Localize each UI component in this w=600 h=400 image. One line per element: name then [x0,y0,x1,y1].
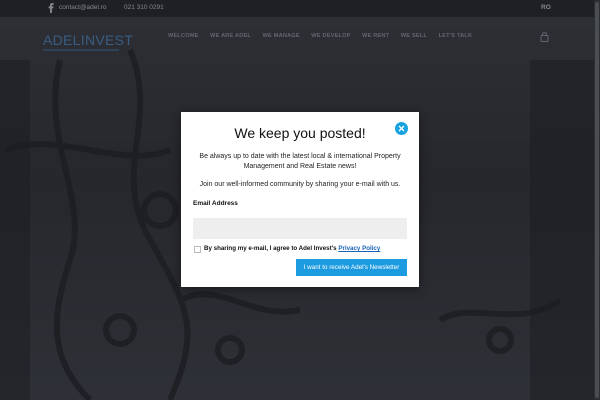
email-label: Email Address [193,200,238,207]
close-icon [398,125,405,132]
page-scrollbar[interactable] [594,0,600,400]
privacy-policy-link[interactable]: Privacy Policy [338,245,380,252]
modal-title: We keep you posted! [234,125,366,141]
scrollbar-thumb[interactable] [595,2,599,398]
consent-label: By sharing my e-mail, I agree to Adel In… [204,245,337,252]
modal-invite: Join our well-informed community by shar… [199,181,401,188]
modal-description: Be always up to date with the latest loc… [199,153,401,170]
close-button[interactable] [395,122,408,135]
newsletter-modal: We keep you posted! Be always up to date… [181,112,419,287]
subscribe-button[interactable]: I want to receive Adel's Newsletter [296,259,407,276]
consent-text: By sharing my e-mail, I agree to Adel In… [204,245,380,252]
consent-checkbox[interactable] [194,246,201,253]
email-field[interactable] [193,218,407,239]
